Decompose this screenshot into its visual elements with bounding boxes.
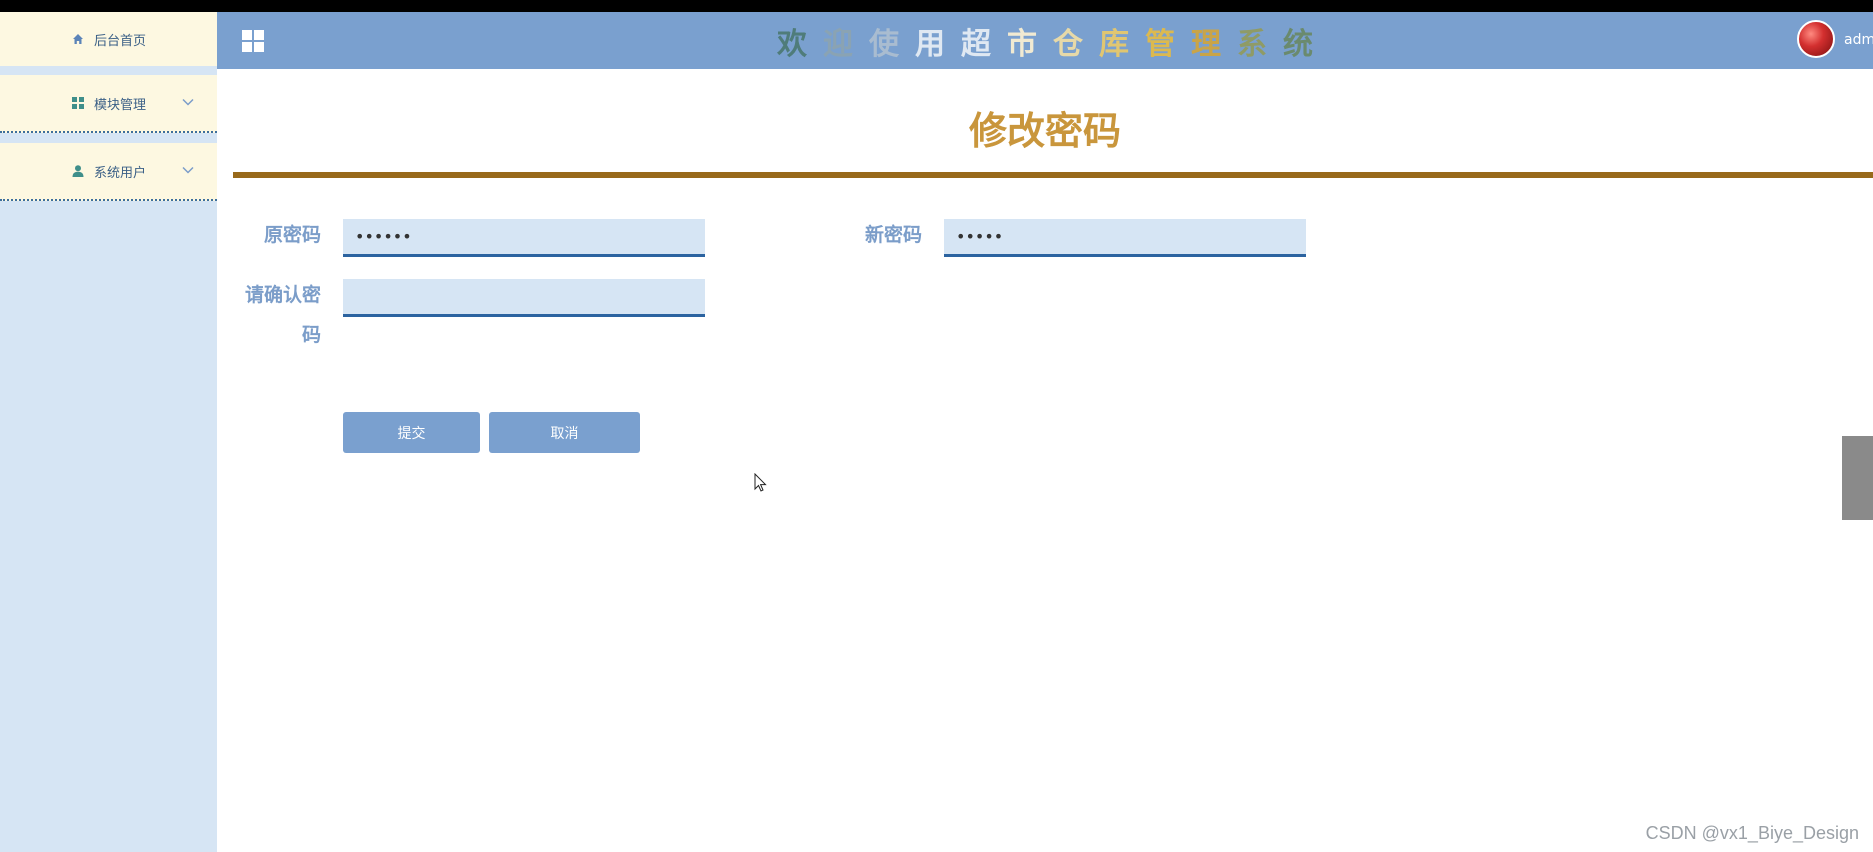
submit-button[interactable]: 提交 (343, 412, 480, 453)
welcome-title: 欢迎使用超市仓库管理系统 (217, 12, 1873, 69)
sidebar-item-home[interactable]: 后台首页 (0, 12, 217, 66)
page-title: 修改密码 (968, 109, 1121, 153)
welcome-char: 管 (1145, 26, 1175, 62)
welcome-char: 统 (1283, 26, 1313, 62)
welcome-char: 欢 (777, 26, 807, 62)
sidebar-item-system-users[interactable]: 系统用户 (0, 143, 217, 201)
welcome-char: 仓 (1053, 26, 1083, 62)
scrollbar-thumb[interactable] (1842, 436, 1873, 520)
welcome-char: 市 (1007, 26, 1037, 62)
new-password-field[interactable] (944, 219, 1306, 257)
sidebar-item-label: 后台首页 (93, 33, 146, 49)
window-top-strip (0, 0, 1873, 12)
watermark: CSDN @vx1_Biye_Design (1645, 823, 1859, 843)
sidebar-item-label: 模块管理 (93, 97, 146, 113)
old-password-label: 原密码 (263, 224, 321, 246)
title-divider (233, 172, 1873, 178)
home-icon (71, 32, 85, 46)
confirm-password-field[interactable] (343, 279, 705, 317)
welcome-char: 迎 (823, 26, 853, 62)
confirm-password-label-line1: 请确认密 (244, 284, 321, 306)
username[interactable]: admi (1844, 32, 1873, 48)
new-password-label: 新密码 (864, 224, 922, 246)
top-header: 欢迎使用超市仓库管理系统 admi (217, 12, 1873, 69)
user-icon (71, 164, 85, 178)
welcome-char: 系 (1237, 26, 1267, 62)
confirm-password-label-line2: 码 (301, 324, 321, 346)
sidebar-item-label: 系统用户 (93, 165, 146, 181)
old-password-field[interactable] (343, 219, 705, 257)
welcome-char: 超 (961, 26, 991, 62)
sidebar (0, 12, 217, 852)
avatar[interactable] (1797, 20, 1835, 58)
welcome-char: 库 (1099, 26, 1129, 62)
chevron-down-icon (181, 163, 195, 177)
welcome-char: 用 (915, 26, 945, 62)
sidebar-item-modules[interactable]: 模块管理 (0, 75, 217, 133)
cancel-button[interactable]: 取消 (489, 412, 640, 453)
welcome-char: 理 (1191, 26, 1221, 62)
mouse-cursor-icon (754, 472, 768, 493)
welcome-char: 使 (869, 26, 899, 62)
chevron-down-icon (181, 95, 195, 109)
grid-icon (71, 96, 85, 110)
